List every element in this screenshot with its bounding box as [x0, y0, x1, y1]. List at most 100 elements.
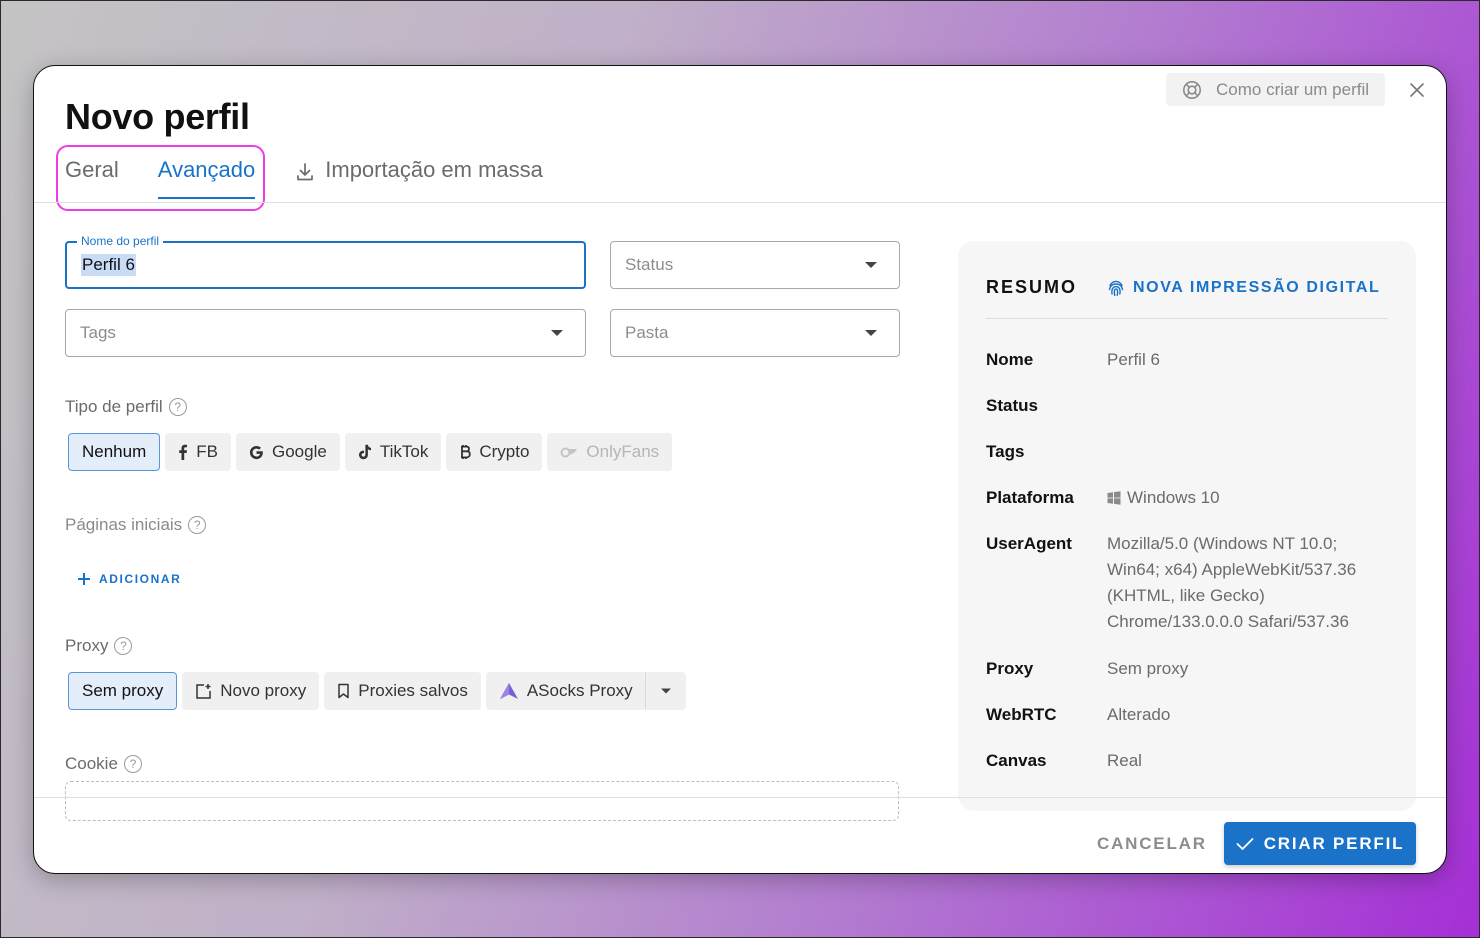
proxy-none-label: Sem proxy: [82, 681, 164, 700]
tab-bar: Geral Avançado Importação em massa: [65, 154, 543, 202]
google-icon: [249, 445, 263, 459]
new-window-icon: [196, 683, 211, 699]
profile-name-label: Nome do perfil: [77, 234, 164, 248]
status-select[interactable]: Status: [610, 241, 900, 289]
summary-row-status: Status: [986, 393, 1377, 419]
summary-value: [1107, 439, 1377, 465]
create-profile-label: CRIAR PERFIL: [1263, 833, 1405, 853]
help-label: Como criar um perfil: [1216, 79, 1370, 99]
tab-bulk-import[interactable]: Importação em massa: [295, 154, 543, 200]
summary-key: Canvas: [986, 751, 1047, 770]
windows-icon: [1107, 491, 1121, 505]
summary-panel: RESUMO NOVA IMPRESSÃO DIGITAL Nome Perfi…: [958, 241, 1416, 811]
summary-key: Plataforma: [986, 488, 1074, 507]
proxy-section-label: Proxy ?: [65, 636, 133, 656]
footer-divider: [34, 797, 1446, 798]
help-how-to-create-button[interactable]: Como criar um perfil: [1166, 73, 1385, 106]
bitcoin-icon: [461, 445, 472, 459]
tabs-divider: [34, 202, 1446, 203]
tab-geral[interactable]: Geral: [65, 154, 119, 200]
new-fingerprint-label: NOVA IMPRESSÃO DIGITAL: [1133, 278, 1381, 296]
folder-select[interactable]: Pasta: [610, 309, 900, 357]
cookie-label: Cookie: [65, 754, 118, 773]
plus-icon: [78, 573, 90, 585]
lifebuoy-icon: [1183, 80, 1201, 99]
facebook-icon: [179, 444, 188, 460]
tab-bulk-import-label: Importação em massa: [325, 157, 543, 182]
dialog-title: Novo perfil: [65, 96, 250, 137]
profile-type-fb[interactable]: FB: [165, 433, 231, 471]
platform-value: Windows 10: [1127, 488, 1220, 507]
summary-value: Mozilla/5.0 (Windows NT 10.0; Win64; x64…: [1107, 534, 1357, 631]
status-placeholder: Status: [625, 255, 674, 274]
summary-key: Proxy: [986, 659, 1034, 678]
new-fingerprint-button[interactable]: NOVA IMPRESSÃO DIGITAL: [1107, 279, 1380, 297]
proxy-none-button[interactable]: Sem proxy: [68, 672, 178, 710]
summary-key: WebRTC: [986, 705, 1057, 724]
tags-placeholder: Tags: [80, 323, 116, 342]
add-start-page-button[interactable]: ADICIONAR: [77, 572, 181, 586]
tags-select[interactable]: Tags: [65, 309, 586, 357]
proxy-saved-button[interactable]: Proxies salvos: [324, 672, 481, 710]
cancel-button[interactable]: CANCELAR: [1097, 834, 1207, 854]
tiktok-icon: [358, 444, 371, 460]
help-question-icon[interactable]: ?: [188, 516, 207, 534]
fingerprint-icon: [1108, 280, 1124, 296]
summary-key: Nome: [986, 350, 1034, 369]
profile-type-fb-label: FB: [196, 442, 218, 461]
summary-key: UserAgent: [986, 534, 1072, 553]
summary-row-useragent: UserAgent Mozilla/5.0 (Windows NT 10.0; …: [986, 531, 1377, 635]
summary-key: Status: [986, 396, 1038, 415]
summary-value: Perfil 6: [1107, 350, 1160, 369]
summary-value: Alterado: [1107, 705, 1171, 724]
proxy-option-group: Sem proxy Novo proxy Proxies salvos ASoc…: [68, 672, 686, 710]
profile-type-label: Tipo de perfil: [65, 397, 163, 416]
profile-name-input[interactable]: Nome do perfil Perfil 6: [65, 234, 586, 289]
summary-divider: [986, 318, 1388, 319]
create-profile-button[interactable]: CRIAR PERFIL: [1224, 822, 1416, 865]
chevron-down-icon: [660, 688, 671, 694]
profile-type-onlyfans-label: OnlyFans: [586, 442, 660, 461]
profile-type-tiktok[interactable]: TikTok: [344, 433, 442, 471]
cookie-input-area[interactable]: [65, 781, 899, 821]
proxy-new-label: Novo proxy: [220, 681, 307, 700]
summary-row-canvas: Canvas Real: [986, 748, 1377, 774]
summary-key: Tags: [986, 442, 1025, 461]
summary-header: RESUMO NOVA IMPRESSÃO DIGITAL: [986, 277, 1380, 298]
summary-value-platform: Windows 10: [1107, 485, 1377, 511]
chevron-down-icon: [865, 330, 877, 336]
help-question-icon[interactable]: ?: [123, 755, 142, 773]
proxy-asocks-label: ASocks Proxy: [526, 681, 633, 700]
folder-placeholder: Pasta: [625, 323, 669, 342]
chevron-down-icon: [551, 330, 563, 336]
proxy-label: Proxy: [65, 636, 109, 655]
profile-type-none[interactable]: Nenhum: [68, 433, 161, 471]
close-button[interactable]: [1406, 79, 1428, 101]
summary-value: Real: [1107, 751, 1142, 770]
help-question-icon[interactable]: ?: [114, 637, 133, 655]
bookmark-icon: [338, 683, 349, 699]
profile-type-crypto-label: Crypto: [479, 442, 530, 461]
summary-value: [1107, 393, 1377, 419]
summary-value: Sem proxy: [1107, 659, 1189, 678]
proxy-new-button[interactable]: Novo proxy: [182, 672, 320, 710]
proxy-saved-label: Proxies salvos: [358, 681, 468, 700]
summary-row-name: Nome Perfil 6: [986, 347, 1377, 373]
profile-type-tiktok-label: TikTok: [379, 442, 429, 461]
start-pages-section-label: Páginas iniciais ?: [65, 515, 207, 535]
profile-name-value: Perfil 6: [81, 254, 136, 276]
check-icon: [1236, 837, 1254, 850]
new-profile-dialog: Novo perfil Como criar um perfil Geral A…: [33, 65, 1447, 874]
help-question-icon[interactable]: ?: [168, 398, 187, 416]
proxy-asocks-button[interactable]: ASocks Proxy: [485, 672, 646, 710]
close-icon: [1410, 83, 1424, 97]
tab-avancado[interactable]: Avançado: [157, 154, 256, 200]
summary-row-tags: Tags: [986, 439, 1377, 465]
proxy-more-dropdown-button[interactable]: [644, 672, 686, 710]
profile-type-google[interactable]: Google: [236, 433, 340, 471]
asocks-logo-icon: [499, 683, 518, 699]
profile-type-onlyfans[interactable]: OnlyFans: [547, 433, 673, 471]
profile-type-group: Nenhum FB Google TikTok Crypto OnlyFans: [68, 433, 673, 471]
profile-type-crypto[interactable]: Crypto: [446, 433, 543, 471]
tab-avancado-label: Avançado: [157, 157, 256, 182]
